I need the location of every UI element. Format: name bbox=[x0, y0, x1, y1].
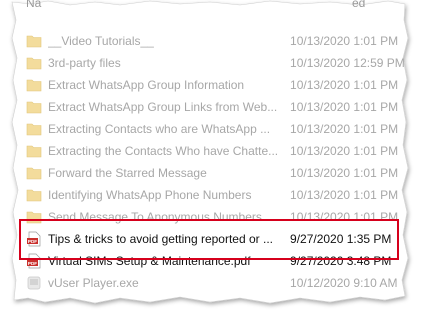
file-row[interactable]: PDF Virtual SIMs Setup & Maintenance.pdf 9… bbox=[20, 250, 408, 272]
folder-icon bbox=[26, 99, 42, 115]
file-list: Na ed __Video Tutorials__ 10/13/2020 1:01… bbox=[20, 0, 408, 300]
svg-text:PDF: PDF bbox=[28, 261, 37, 266]
date-modified: 10/13/2020 1:01 PM bbox=[290, 100, 399, 114]
date-modified: 10/13/2020 1:01 PM bbox=[290, 166, 399, 180]
file-name: Forward the Starred Message bbox=[48, 166, 207, 180]
file-name: Virtual SIMs Setup & Maintenance.pdf bbox=[48, 254, 251, 268]
date-modified: 10/13/2020 1:01 PM bbox=[290, 210, 399, 224]
pdf-icon: PDF bbox=[26, 231, 42, 247]
file-name: Extracting Contacts who are WhatsApp ... bbox=[48, 122, 271, 136]
folder-icon bbox=[26, 55, 42, 71]
file-row[interactable]: Extract WhatsApp Group Information 10/13/… bbox=[20, 74, 408, 96]
file-name: Extracting the Contacts Who have Chatte.… bbox=[48, 144, 279, 158]
folder-icon bbox=[26, 33, 42, 49]
date-modified: 10/13/2020 1:01 PM bbox=[290, 78, 399, 92]
pdf-icon: PDF bbox=[26, 253, 42, 269]
file-name: Tips & tricks to avoid getting reported … bbox=[48, 232, 273, 246]
file-name: Identifying WhatsApp Phone Numbers bbox=[48, 188, 252, 202]
file-row[interactable]: vUser Player.exe 10/12/2020 9:10 AM bbox=[20, 272, 408, 294]
file-name: Extract WhatsApp Group Information bbox=[48, 78, 245, 92]
file-row[interactable]: PDF Tips & tricks to avoid getting report… bbox=[20, 228, 408, 250]
date-modified: 10/13/2020 1:01 PM bbox=[290, 122, 399, 136]
folder-icon bbox=[26, 209, 42, 225]
date-modified: 10/12/2020 9:10 AM bbox=[290, 276, 398, 290]
file-name: vUser Player.exe bbox=[48, 276, 139, 290]
file-row[interactable]: Send Message To Anonymous Numbers 10/13/2… bbox=[20, 206, 408, 228]
date-modified: 10/13/2020 1:01 PM bbox=[290, 188, 399, 202]
file-name: Send Message To Anonymous Numbers bbox=[48, 210, 262, 224]
date-modified: 10/13/2020 1:01 PM bbox=[290, 34, 399, 48]
file-row[interactable]: Forward the Starred Message 10/13/2020 1:… bbox=[20, 162, 408, 184]
date-column-header[interactable]: ed bbox=[352, 0, 365, 10]
svg-text:PDF: PDF bbox=[28, 239, 37, 244]
date-modified: 10/13/2020 12:59 PM bbox=[290, 56, 405, 70]
folder-icon bbox=[26, 187, 42, 203]
file-row[interactable]: Extracting the Contacts Who have Chatte.… bbox=[20, 140, 408, 162]
screenshot-frame: Na ed __Video Tutorials__ 10/13/2020 1:01… bbox=[0, 0, 426, 312]
date-modified: 9/27/2020 3:48 PM bbox=[290, 254, 392, 268]
folder-icon bbox=[26, 77, 42, 93]
date-modified: 9/27/2020 1:35 PM bbox=[290, 232, 392, 246]
app-icon bbox=[26, 275, 42, 291]
column-header-cut: Na ed bbox=[26, 0, 406, 10]
folder-icon bbox=[26, 121, 42, 137]
file-row[interactable]: Identifying WhatsApp Phone Numbers 10/13/… bbox=[20, 184, 408, 206]
date-modified: 10/13/2020 1:01 PM bbox=[290, 144, 399, 158]
file-name: 3rd-party files bbox=[48, 56, 121, 70]
folder-icon bbox=[26, 143, 42, 159]
file-row[interactable]: Extract WhatsApp Group Links from Web...… bbox=[20, 96, 408, 118]
file-row[interactable]: 3rd-party files 10/13/2020 12:59 PM bbox=[20, 52, 408, 74]
file-row[interactable]: Extracting Contacts who are WhatsApp ...… bbox=[20, 118, 408, 140]
folder-icon bbox=[26, 165, 42, 181]
name-column-header[interactable]: Na bbox=[26, 0, 41, 10]
file-name: Extract WhatsApp Group Links from Web... bbox=[48, 100, 278, 114]
file-row[interactable]: __Video Tutorials__ 10/13/2020 1:01 PM bbox=[20, 30, 408, 52]
file-name: __Video Tutorials__ bbox=[48, 34, 154, 48]
